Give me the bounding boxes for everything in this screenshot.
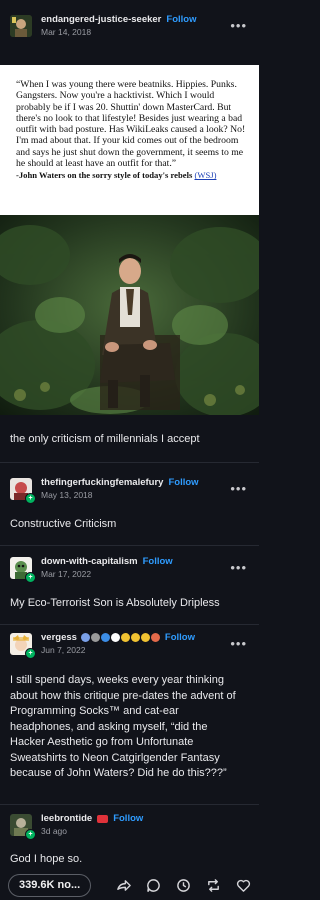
attribution-text: -John Waters on the sorry style of today…	[16, 170, 193, 181]
avatar[interactable]	[10, 14, 32, 37]
quote-text: “When I was young there were beatniks. H…	[16, 79, 246, 170]
reblog-icon[interactable]	[205, 877, 221, 893]
like-icon[interactable]	[235, 877, 251, 893]
history-icon[interactable]	[175, 877, 191, 893]
badge-icon	[150, 633, 160, 642]
user-badges	[80, 633, 160, 642]
badge-icon	[120, 633, 130, 642]
notes-count-button[interactable]: 339.6K no...	[8, 873, 92, 897]
avatar[interactable]: +	[10, 813, 36, 840]
avatar[interactable]: +	[10, 632, 36, 659]
divider	[0, 462, 259, 463]
follow-button[interactable]: Follow	[166, 14, 196, 25]
follow-button[interactable]: Follow	[168, 477, 198, 488]
post-caption: the only criticism of millennials I acce…	[10, 433, 200, 445]
username[interactable]: leebrontide	[41, 813, 92, 824]
post-header: + thefingerfuckingfemalefury Follow May …	[0, 477, 259, 504]
follow-button[interactable]: Follow	[165, 632, 195, 643]
reply-icon[interactable]	[145, 877, 161, 893]
post-date: 3d ago	[41, 826, 67, 836]
avatar[interactable]: +	[10, 556, 36, 583]
post-text: I still spend days, weeks every year thi…	[10, 674, 236, 779]
source-link[interactable]: (WSJ)	[194, 170, 216, 180]
username[interactable]: vergess	[41, 632, 77, 643]
share-icon[interactable]	[115, 877, 131, 893]
more-options-icon[interactable]: •••	[230, 636, 247, 651]
follow-button[interactable]: Follow	[143, 556, 173, 567]
post-date: Jun 7, 2022	[41, 645, 86, 655]
plus-badge-icon: +	[25, 492, 36, 504]
divider	[0, 624, 259, 625]
badge-icon	[140, 633, 150, 642]
post-text: God I hope so.	[10, 853, 83, 865]
post-text: My Eco-Terrorist Son is Absolutely Dripl…	[10, 597, 220, 609]
more-options-icon[interactable]: •••	[230, 18, 247, 33]
divider	[0, 545, 259, 546]
post-date: Mar 17, 2022	[41, 569, 92, 579]
post-text: Constructive Criticism	[10, 518, 117, 530]
post-header: + leebrontide Follow 3d ago	[0, 813, 259, 840]
username[interactable]: thefingerfuckingfemalefury	[41, 477, 163, 488]
badge-icon	[97, 814, 109, 823]
post-date: Mar 14, 2018	[41, 27, 92, 37]
post-header: + down-with-capitalism Follow Mar 17, 20…	[0, 556, 259, 583]
quote-attribution: -John Waters on the sorry style of today…	[16, 170, 247, 180]
badge-icon	[110, 633, 120, 642]
divider	[0, 804, 259, 805]
more-options-icon[interactable]: •••	[230, 560, 247, 575]
more-options-icon[interactable]: •••	[230, 481, 247, 496]
badge-icon	[80, 633, 90, 642]
username[interactable]: endangered-justice-seeker	[41, 14, 161, 25]
badge-icon	[100, 633, 110, 642]
plus-badge-icon: +	[25, 647, 36, 659]
post-header: + vergess Follow Jun 7, 2022 •••	[0, 632, 259, 659]
post-footer: 339.6K no...	[0, 870, 259, 900]
post-header: endangered-justice-seeker Follow Mar 14,…	[0, 14, 259, 37]
username[interactable]: down-with-capitalism	[41, 556, 138, 567]
badge-icon	[130, 633, 140, 642]
plus-badge-icon: +	[25, 828, 36, 840]
plus-badge-icon: +	[25, 571, 36, 583]
post-date: May 13, 2018	[41, 490, 93, 500]
follow-button[interactable]: Follow	[113, 813, 143, 824]
quote-image: “When I was young there were beatniks. H…	[0, 65, 259, 215]
avatar[interactable]: +	[10, 477, 36, 504]
badge-icon	[90, 633, 100, 642]
photo-john-waters	[0, 215, 259, 415]
